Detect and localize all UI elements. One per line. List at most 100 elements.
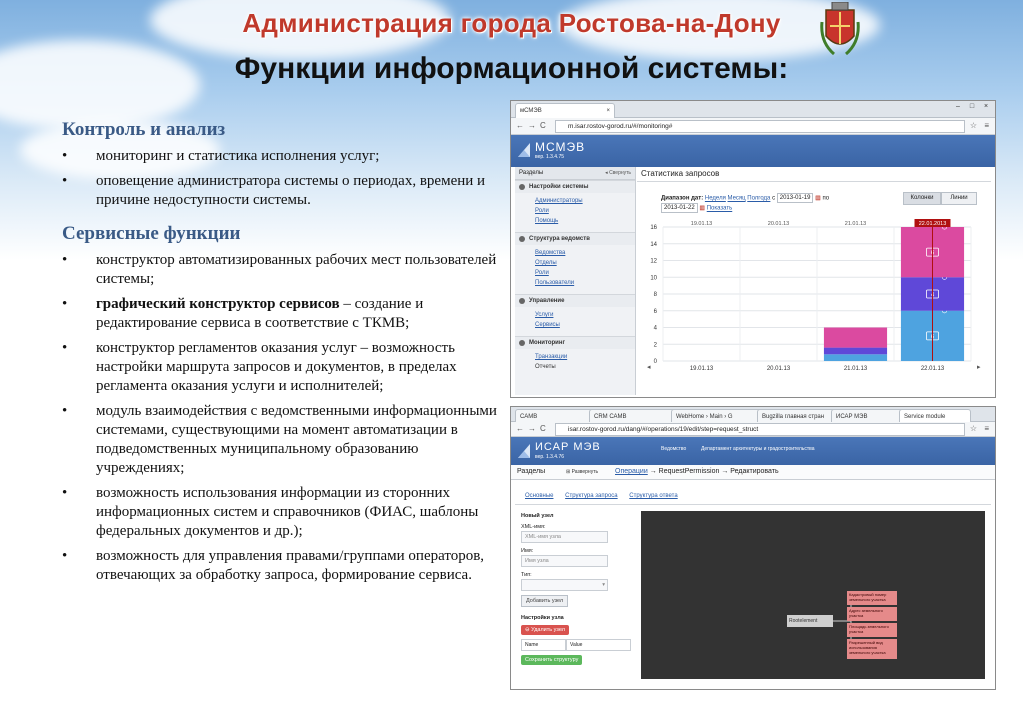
sidebar-item[interactable]: Услуги (515, 310, 635, 320)
subtabs: Основные Структура запроса Структура отв… (525, 493, 688, 499)
date-to-input[interactable]: 2013-01-22 (661, 203, 698, 213)
x-tick-label: 22.01.13 (921, 366, 945, 372)
sidebar-item[interactable]: Пользователи (515, 278, 635, 288)
tree-root-node[interactable]: Rootelement (787, 615, 833, 627)
attr-name-input[interactable]: Name (521, 639, 566, 651)
requests-chart: 0 2 4 6 8 10 12 14 16 19.01.13 19.01.13 20.01.13 20.… (647, 219, 981, 372)
sidebar-item[interactable]: Сервисы (515, 320, 635, 330)
sidebar-item[interactable]: Администраторы (515, 196, 635, 206)
forward-icon[interactable]: → (528, 121, 536, 130)
list-item: возможность для управления правами/групп… (62, 547, 502, 585)
back-icon[interactable]: ← (516, 424, 524, 433)
bar-segment (823, 354, 888, 361)
menu-icon[interactable]: ≡ (984, 121, 989, 130)
tree-child-node[interactable]: Разрешенный вид использования земельного… (847, 639, 897, 659)
close-icon[interactable]: × (979, 101, 993, 112)
tree-connectors (833, 594, 861, 644)
node-name-input[interactable]: Имя узла (521, 555, 608, 567)
sidebar-item[interactable]: Отчеты (515, 362, 635, 372)
calendar-icon[interactable]: ▦ (699, 206, 705, 212)
app-logo: ИСАР МЭВ (535, 441, 601, 453)
maximize-icon[interactable]: □ (965, 101, 979, 112)
reload-icon[interactable]: C (540, 424, 546, 433)
menu-icon[interactable]: ≡ (984, 424, 989, 433)
structure-canvas[interactable]: Rootelement Кадастровый номер земельного… (641, 511, 985, 679)
sidebar-group[interactable]: Мониторинг (515, 336, 635, 349)
tab-basic[interactable]: Основные (525, 493, 553, 499)
bar-segment (823, 327, 888, 348)
columns-button[interactable]: Колонки (903, 192, 941, 205)
slide-title: Функции информационной системы: (234, 52, 789, 85)
sidebar-group[interactable]: Структура ведомств (515, 232, 635, 245)
minimize-icon[interactable]: – (951, 101, 965, 112)
attr-value-input[interactable]: Value (566, 639, 631, 651)
tab-response-structure[interactable]: Структура ответа (629, 493, 677, 499)
range-week-link[interactable]: Неделя (705, 196, 726, 202)
sidebar-item[interactable]: Роли (515, 206, 635, 216)
collapse-button[interactable]: ◂ Свернуть (605, 167, 631, 179)
breadcrumb: Разделы ⊞ Развернуть Операции → RequestP… (511, 465, 995, 480)
list-item: конструктор регламентов оказания услуг –… (62, 339, 502, 396)
logo-icon (518, 444, 530, 458)
xml-name-input[interactable]: XML-имя узла (521, 531, 608, 543)
app-banner: МСМЭВ вер. 1.3.4.75 (511, 135, 995, 167)
tree-child-node[interactable]: Кадастровый номер земельного участка (847, 591, 897, 605)
list-item: конструктор автоматизированных рабочих м… (62, 251, 502, 289)
save-structure-button[interactable]: Сохранить структуру (521, 655, 583, 665)
add-node-button[interactable]: Добавить узел (521, 595, 569, 607)
tree-child-node[interactable]: Площадь земельного участка (847, 623, 897, 637)
date-from-input[interactable]: 2013-01-19 (776, 193, 814, 203)
back-icon[interactable]: ← (516, 121, 524, 130)
section-heading-control: Контроль и анализ (62, 119, 226, 140)
sidebar-item[interactable]: Отделы (515, 258, 635, 268)
range-month-link[interactable]: Месяц (728, 196, 746, 202)
control-list: мониторинг и статистика исполнения услуг… (62, 147, 502, 210)
sidebar-item[interactable]: Помощь (515, 216, 635, 226)
lines-button[interactable]: Линии (941, 192, 977, 205)
delete-node-button[interactable]: ⊖ Удалить узел (521, 625, 569, 635)
nav-link[interactable]: Департамент архитектуры и градостроитель… (701, 446, 815, 452)
service-list: конструктор автоматизированных рабочих м… (62, 251, 502, 585)
x-top-label: 20.01.13 (768, 221, 789, 227)
app-banner: ИСАР МЭВ вер. 1.3.4.76 Ведомство Департа… (511, 437, 995, 465)
sidebar-group[interactable]: Настройки системы (515, 180, 635, 193)
service-editor-screenshot: САМВ CRM САМВ WebHome › Main › G Bugzill… (510, 406, 996, 690)
app-logo: МСМЭВ (535, 140, 586, 154)
sidebar-item[interactable]: Роли (515, 268, 635, 278)
range-halfyear-link[interactable]: Полгода (747, 196, 770, 202)
nav-link[interactable]: Ведомство (661, 446, 686, 452)
breadcrumb-link[interactable]: Операции (615, 468, 648, 475)
sidebar-group[interactable]: Управление (515, 294, 635, 307)
browser-tab[interactable]: мСМЭВ × (515, 103, 615, 118)
x-top-label: 19.01.13 (691, 221, 712, 227)
app-version: вер. 1.3.4.75 (535, 154, 565, 160)
list-item: оповещение администратора системы о пери… (62, 172, 502, 210)
reload-icon[interactable]: C (540, 121, 546, 130)
node-form: Новый узел XML-имя: XML-имя узла Имя: Им… (521, 513, 633, 665)
sidebar-item[interactable]: Ведомства (515, 248, 635, 258)
tab-request-structure[interactable]: Структура запроса (565, 493, 617, 499)
scroll-left-icon: ◂ (647, 364, 651, 371)
y-tick-label: 8 (654, 292, 658, 298)
app-version: вер. 1.3.4.76 (535, 454, 565, 460)
content-title: Статистика запросов (641, 169, 720, 178)
logo-icon (518, 143, 530, 157)
bar-segment (823, 347, 888, 355)
star-icon[interactable]: ☆ (970, 121, 977, 130)
show-link[interactable]: Показать (707, 206, 733, 212)
sidebar-item[interactable]: Транзакции (515, 352, 635, 362)
address-bar[interactable]: m.isar.rostov-gorod.ru/#/monitoring# (555, 120, 965, 133)
x-tick-label: 21.01.13 (844, 366, 868, 372)
list-item: возможность использования информации из … (62, 484, 502, 541)
tree-child-node[interactable]: Адрес земельного участка (847, 607, 897, 621)
star-icon[interactable]: ☆ (970, 424, 977, 433)
address-bar[interactable]: isar.rostov-gorod.ru/dang/#/operations/1… (555, 423, 965, 436)
y-tick-label: 0 (654, 359, 658, 365)
sidebar: Разделы ◂ Свернуть Настройки системы Адми… (515, 167, 636, 395)
calendar-icon[interactable]: ▦ (815, 196, 821, 202)
expand-button[interactable]: ⊞ Развернуть (566, 465, 598, 479)
chevron-down-icon: ▾ (602, 582, 605, 588)
type-select[interactable]: ▾ (521, 579, 608, 591)
date-range-controls: Диапазон дат: Неделя Месяц Полгода с 201… (661, 193, 830, 203)
forward-icon[interactable]: → (528, 424, 536, 433)
